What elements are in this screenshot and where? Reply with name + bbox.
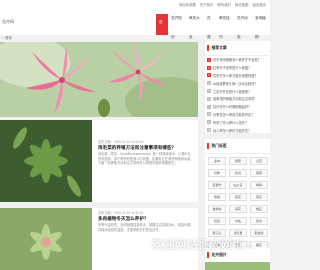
tag[interactable]: 牡丹 — [229, 169, 247, 177]
list-item-label: 兰花不开花是什么原因呢？ — [213, 89, 252, 94]
article-excerpt: 冬季气温较低，多肉植物容易受冻。需要注意控制浇水、增加光照，并保持适宜的温度，才… — [98, 223, 194, 232]
list-item-label: 富贵竹怎么养才能长得更旺盛？ — [213, 73, 258, 78]
tag[interactable]: 仙人掌 — [229, 181, 247, 189]
top-link-favorite[interactable]: 添加到收藏 — [179, 2, 196, 7]
site-logo[interactable]: 花卉网 — [2, 19, 14, 25]
rank-badge: 9 — [207, 120, 211, 125]
main-nav: 首页 花卉知识 养花大全 花语 养花技巧 花卉动态 多肉植物 — [156, 9, 270, 40]
watermark-text: 欢迎网站征求网址… — [152, 239, 256, 251]
tag[interactable]: 月季 — [208, 169, 226, 177]
tag[interactable]: 水仙 — [229, 217, 247, 225]
list-item[interactable]: 7 牡丹花什么时候种植最好？ — [207, 103, 268, 111]
tag[interactable]: 兰花 — [250, 157, 268, 165]
list-item[interactable]: 4 水培绿萝多久换一次水比较好？ — [207, 79, 268, 87]
nav-item-tips[interactable]: 养花技巧 — [216, 9, 234, 39]
top-link-about[interactable]: 关于我们 — [200, 2, 214, 7]
tag[interactable]: 多肉 — [208, 157, 226, 165]
tag[interactable]: 百合 — [250, 217, 268, 225]
article-title[interactable]: 鸡毛菜的养殖方法和注意事项有哪些？ — [98, 145, 176, 151]
list-item-label: 水培绿萝多久换一次水比较好？ — [213, 81, 258, 86]
article-title[interactable]: 多肉植物冬天怎么养护？ — [98, 216, 149, 222]
breadcrumb[interactable]: ⌂ 首页 — [0, 35, 202, 42]
list-item-label: 怀孕了可以养什么花卉？ — [213, 120, 249, 125]
list-item[interactable]: 1 冬天多肉植物怎么养护才不会死？ — [207, 56, 268, 64]
article-excerpt: 鸡毛菜（学名：Schefflera arboricola）是一种常绿灌木，以其叶… — [98, 152, 194, 166]
nav-item-home[interactable]: 首页 — [156, 14, 168, 40]
article-meta: 发布日期：2025-07-15 11:30:40 — [98, 211, 144, 215]
tag[interactable]: 茉莉 — [250, 169, 268, 177]
panel-title: 推荐文章 — [211, 45, 227, 50]
rank-badge: 6 — [207, 96, 211, 101]
top-links: 添加到收藏 关于我们 联系我们 网站地图 留言建议 — [179, 2, 266, 7]
list-item[interactable]: 5 兰花不开花是什么原因呢？ — [207, 87, 268, 95]
rank-badge: 4 — [207, 81, 211, 86]
list-item[interactable]: 10 仙人掌怎么养护才能开花？ — [207, 126, 268, 134]
top-link-contact[interactable]: 联系我们 — [217, 2, 231, 7]
schefflera-illustration — [0, 120, 92, 202]
accent-bar — [207, 45, 209, 51]
list-item-label: 仙人掌怎么养护才能开花？ — [213, 128, 252, 133]
nav-item-encyclopedia[interactable]: 养花大全 — [186, 9, 204, 39]
rank-badge: 7 — [207, 104, 211, 109]
article-thumbnail[interactable] — [0, 208, 92, 270]
panel-header: 推荐文章 — [205, 41, 270, 56]
hot-tags-panel: 热门标签 多肉 绿萝 兰花 月季 牡丹 茉莉 富贵竹 仙人掌 杨梅 玫瑰 桂花 … — [205, 139, 270, 249]
tag[interactable]: 玫瑰 — [208, 193, 226, 201]
rank-badge: 3 — [207, 73, 211, 78]
succulent-illustration — [0, 208, 92, 270]
accent-bar — [207, 143, 209, 149]
panel-title: 花卉图片 — [211, 252, 227, 257]
accent-bar — [207, 252, 209, 258]
panel-header: 热门标签 — [205, 139, 270, 154]
list-item[interactable]: 8 月季花怎么修剪才能多开花？ — [207, 111, 268, 119]
recommend-list: 1 冬天多肉植物怎么养护才不会死？ 2 红掌叶子发黄是什么原因？ 3 富贵竹怎么养才能… — [205, 56, 270, 134]
tag[interactable]: 荷花 — [250, 193, 268, 201]
lily-illustration — [0, 42, 198, 117]
tag[interactable]: 桂花 — [229, 193, 247, 201]
nav-item-news[interactable]: 花卉动态 — [234, 9, 252, 39]
list-item-label: 红掌叶子发黄是什么原因？ — [213, 66, 252, 71]
hero-lily-image[interactable] — [0, 42, 198, 117]
tag[interactable]: 桃花 — [250, 205, 268, 213]
tag[interactable]: 菊花 — [229, 205, 247, 213]
tag[interactable]: 杨梅 — [250, 181, 268, 189]
rank-badge: 1 — [207, 57, 211, 62]
list-item-label: 茉莉花的种植方法和注意事项 — [213, 97, 255, 102]
rank-badge: 2 — [207, 65, 211, 70]
list-item[interactable]: 6 茉莉花的种植方法和注意事项 — [207, 95, 268, 103]
nav-item-knowledge[interactable]: 花卉知识 — [168, 9, 186, 39]
nav-item-succulents[interactable]: 多肉植物 — [252, 9, 270, 39]
list-item-label: 牡丹花什么时候种植最好？ — [213, 105, 252, 110]
article-thumbnail[interactable] — [0, 120, 92, 202]
tag[interactable]: 发财树 — [208, 205, 226, 213]
nav-item-flower-language[interactable]: 花语 — [204, 9, 216, 39]
rank-badge: 10 — [207, 128, 211, 133]
list-item[interactable]: 2 红掌叶子发黄是什么原因？ — [207, 64, 268, 72]
photo-thumbnail[interactable] — [205, 262, 270, 270]
article-card[interactable]: 发布日期：2025-07-15 11:33:23 鸡毛菜的养殖方法和注意事项有哪… — [0, 120, 198, 202]
panel-title: 热门标签 — [211, 143, 227, 148]
tag[interactable]: 富贵竹 — [208, 181, 226, 189]
tag[interactable]: 红掌 — [208, 217, 226, 225]
article-meta: 发布日期：2025-07-15 11:33:23 — [98, 140, 144, 144]
list-item[interactable]: 3 富贵竹怎么养才能长得更旺盛？ — [207, 72, 268, 80]
list-item[interactable]: 9 怀孕了可以养什么花卉？ — [207, 118, 268, 126]
top-link-sitemap[interactable]: 网站地图 — [235, 2, 249, 7]
list-item-label: 冬天多肉植物怎么养护才不会死？ — [213, 58, 261, 63]
recommend-panel: 推荐文章 1 冬天多肉植物怎么养护才不会死？ 2 红掌叶子发黄是什么原因？ 3 富贵竹… — [205, 41, 270, 133]
rank-badge: 5 — [207, 89, 211, 94]
list-item-label: 月季花怎么修剪才能多开花？ — [213, 112, 255, 117]
top-link-feedback[interactable]: 留言建议 — [252, 2, 266, 7]
rank-badge: 8 — [207, 112, 211, 117]
tag[interactable]: 绿萝 — [229, 157, 247, 165]
